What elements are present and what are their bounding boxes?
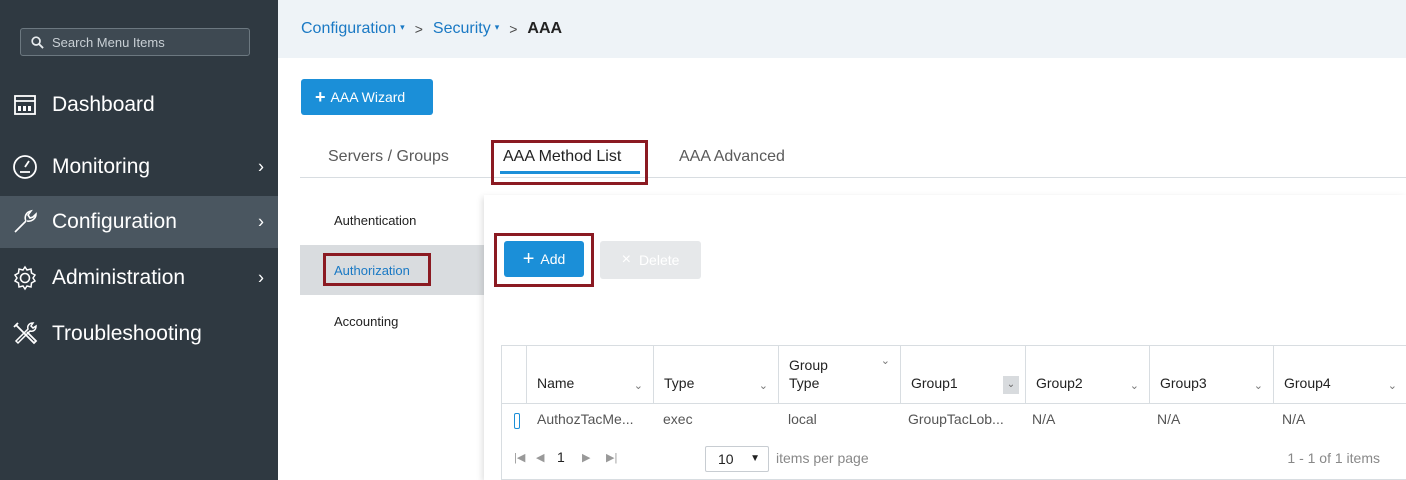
column-label: Name [537, 375, 575, 391]
tab-servers-groups[interactable]: Servers / Groups [328, 138, 449, 178]
breadcrumb-separator: > [509, 21, 518, 37]
items-count: 1 - 1 of 1 items [1287, 450, 1380, 466]
chevron-down-icon[interactable]: ⌄ [881, 354, 890, 367]
column-header-group-type[interactable]: Group Type ⌄ [778, 346, 900, 404]
row-checkbox[interactable] [514, 413, 520, 429]
cell-name: AuthozTacMe... [537, 411, 634, 427]
sidebar-item-troubleshooting[interactable]: Troubleshooting [0, 308, 278, 360]
dashboard-icon [10, 90, 40, 120]
sidebar-item-dashboard[interactable]: Dashboard [0, 79, 278, 131]
administration-icon [10, 263, 40, 293]
sidebar-item-label: Monitoring [52, 155, 151, 178]
caret-down-icon: ▾ [494, 22, 500, 32]
sidebar-item-configuration[interactable]: Configuration › [0, 196, 278, 248]
last-page-icon[interactable]: ▶| [606, 451, 617, 464]
sidebar-item-label: Administration [52, 266, 186, 289]
breadcrumb-separator: > [414, 21, 423, 37]
column-label: Group [789, 357, 828, 373]
pager: |◀ ◀ 1 ▶ ▶| 10 ▼ items per page 1 - 1 of… [502, 443, 1406, 477]
grid-header: Name ⌄ Type ⌄ Group Type ⌄ Group1 ⌄ Grou… [502, 346, 1406, 404]
highlight-box-add [494, 233, 594, 287]
close-icon: × [621, 251, 631, 268]
sidebar-item-administration[interactable]: Administration › [0, 252, 278, 304]
sidebar: Search Menu Items Dashboard Monitoring ›… [0, 0, 278, 480]
column-header-name[interactable]: Name ⌄ [526, 346, 653, 404]
column-label: Type [789, 375, 820, 391]
column-header-group1[interactable]: Group1 ⌄ [900, 346, 1025, 404]
column-label: Group1 [911, 375, 958, 391]
caret-down-icon: ▼ [750, 453, 760, 464]
chevron-right-icon: › [258, 156, 264, 177]
cell-type: exec [663, 411, 693, 427]
items-per-page-label: items per page [776, 450, 869, 466]
chevron-down-icon[interactable]: ⌄ [1003, 376, 1019, 394]
cell-group3: N/A [1157, 411, 1181, 427]
search-icon [31, 35, 44, 49]
first-page-icon[interactable]: |◀ [514, 451, 525, 464]
tab-aaa-advanced[interactable]: AAA Advanced [679, 138, 785, 178]
chevron-down-icon[interactable]: ⌄ [759, 379, 768, 392]
monitoring-icon [10, 152, 40, 182]
next-page-icon[interactable]: ▶ [582, 451, 590, 464]
chevron-down-icon[interactable]: ⌄ [1254, 379, 1263, 392]
method-list-grid: Name ⌄ Type ⌄ Group Type ⌄ Group1 ⌄ Grou… [501, 345, 1406, 480]
column-header-group2[interactable]: Group2 ⌄ [1025, 346, 1149, 404]
delete-label: Delete [638, 252, 680, 268]
submenu-accounting[interactable]: Accounting [300, 296, 484, 346]
chevron-down-icon[interactable]: ⌄ [1130, 379, 1139, 392]
previous-page-icon[interactable]: ◀ [536, 451, 544, 464]
breadcrumb-security[interactable]: Security ▾ [433, 20, 499, 38]
chevron-down-icon[interactable]: ⌄ [1388, 379, 1397, 392]
cell-group2: N/A [1032, 411, 1056, 427]
delete-button[interactable]: × Delete [600, 241, 701, 279]
highlight-box-tab [491, 140, 648, 185]
breadcrumb: Configuration ▾ > Security ▾ > AAA [278, 0, 1406, 58]
caret-down-icon: ▾ [400, 22, 405, 32]
sidebar-item-label: Configuration [52, 210, 177, 233]
sidebar-item-label: Troubleshooting [52, 322, 202, 345]
column-header-group4[interactable]: Group4 ⌄ [1273, 346, 1406, 404]
cell-group4: N/A [1282, 411, 1306, 427]
sidebar-item-monitoring[interactable]: Monitoring › [0, 141, 278, 193]
search-input[interactable]: Search Menu Items [20, 28, 250, 56]
breadcrumb-label: Configuration [301, 20, 397, 37]
search-placeholder: Search Menu Items [52, 34, 165, 50]
items-per-page-value: 10 [718, 451, 734, 467]
aaa-wizard-button[interactable]: + AAA Wizard [301, 79, 433, 115]
table-row[interactable]: AuthozTacMe... exec local GroupTacLob...… [502, 405, 1406, 435]
column-label: Group2 [1036, 375, 1083, 391]
column-header-group3[interactable]: Group3 ⌄ [1149, 346, 1273, 404]
breadcrumb-label: Security [432, 20, 491, 37]
column-header-type[interactable]: Type ⌄ [653, 346, 778, 404]
cell-group-type: local [788, 411, 817, 427]
configuration-icon [10, 207, 40, 237]
troubleshooting-icon [10, 319, 40, 349]
items-per-page-select[interactable]: 10 ▼ [705, 446, 769, 472]
select-column-header [502, 346, 526, 404]
breadcrumb-current: AAA [527, 20, 563, 37]
chevron-right-icon: › [258, 211, 264, 232]
chevron-down-icon[interactable]: ⌄ [634, 379, 643, 392]
sidebar-item-label: Dashboard [52, 93, 155, 116]
cell-group1: GroupTacLob... [908, 411, 1004, 427]
column-label: Type [664, 375, 695, 391]
aaa-wizard-label: AAA Wizard [330, 89, 406, 105]
highlight-box-authorization [323, 253, 431, 286]
app: Search Menu Items Dashboard Monitoring ›… [0, 0, 1406, 480]
page-number[interactable]: 1 [557, 449, 565, 465]
plus-icon: + [315, 87, 326, 107]
column-label: Group4 [1284, 375, 1331, 391]
tab-bar: Servers / Groups AAA Method List AAA Adv… [300, 138, 1406, 178]
submenu-authentication[interactable]: Authentication [300, 195, 484, 245]
breadcrumb-configuration[interactable]: Configuration ▾ [301, 20, 405, 38]
column-label: Group3 [1160, 375, 1207, 391]
chevron-right-icon: › [258, 267, 264, 288]
